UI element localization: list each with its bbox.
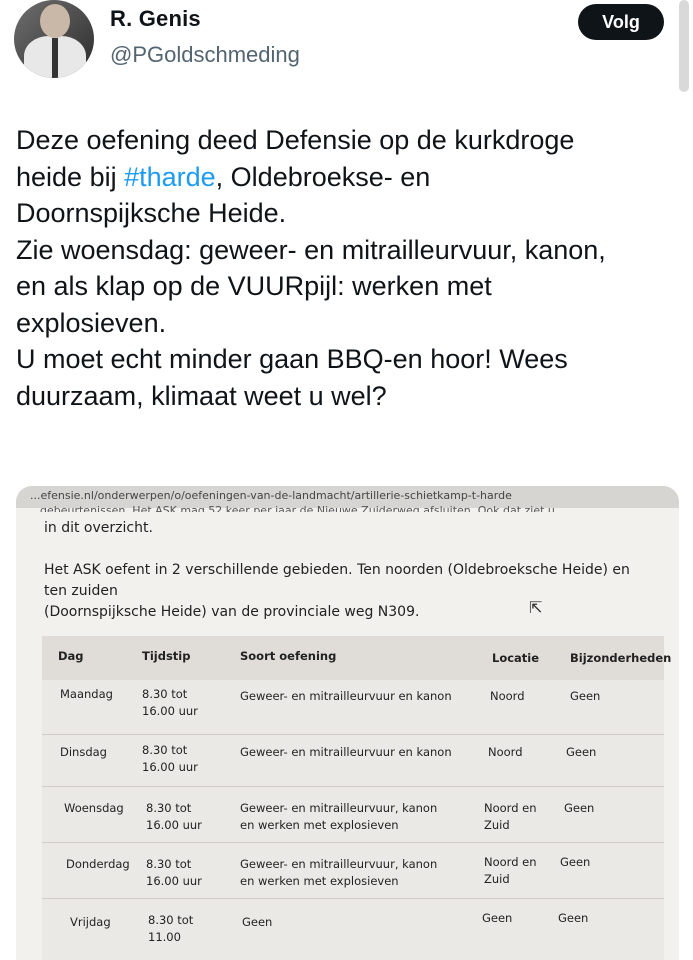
table-cell-dag: Dinsdag <box>60 745 107 759</box>
soort-line: Geweer- en mitrailleurvuur, kanon <box>240 857 438 871</box>
soort-line: Geweer- en mitrailleurvuur, kanon <box>240 801 438 815</box>
table-cell-tijd: 8.30 tot 16.00 uur <box>142 686 198 720</box>
avatar[interactable] <box>14 0 94 78</box>
follow-button[interactable]: Volg <box>578 4 664 40</box>
table-cell-tijd: 8.30 tot 11.00 <box>148 912 193 946</box>
table-cell-dag: Maandag <box>60 687 113 701</box>
loc-line: Zuid <box>484 872 510 886</box>
photo-cut-text: gebeurtenissen. Het ASK mag 52 keer per … <box>40 504 555 512</box>
tweet-line: en als klap op de VUURpijl: werken met <box>16 271 492 301</box>
table-cell-locatie: Noord <box>490 688 525 705</box>
table-cell-bijzonderheden: Geen <box>566 745 597 759</box>
tweet-line: Zie woensdag: geweer- en mitrailleurvuur… <box>16 234 606 265</box>
photo-paragraph: Het ASK oefent in 2 verschillende gebied… <box>44 560 644 623</box>
photo-paragraph-line: (Doornspijksche Heide) van de provincial… <box>44 604 420 620</box>
table-cell-dag: Donderdag <box>66 857 130 871</box>
author-handle[interactable]: @PGoldschmeding <box>110 42 300 68</box>
soort-line: en werken met explosieven <box>240 818 399 832</box>
hashtag-link[interactable]: #tharde <box>124 162 216 192</box>
table-cell-soort: Geweer- en mitrailleurvuur, kanon en werk… <box>240 800 437 834</box>
tweet-text-segment: heide bij <box>16 161 125 192</box>
table-row-divider <box>42 898 664 899</box>
table-cell-soort: Geweer- en mitrailleurvuur en kanon <box>240 744 452 761</box>
tijd-line: 8.30 tot <box>142 743 188 757</box>
table-cell-dag: Woensdag <box>64 801 124 815</box>
table-header-dag: Dag <box>58 649 84 663</box>
table-row-divider <box>42 734 664 735</box>
tweet-line: explosieven. <box>16 307 167 338</box>
table-cell-soort: Geweer- en mitrailleurvuur en kanon <box>240 688 452 705</box>
scrollbar[interactable] <box>679 0 689 92</box>
tweet-text: Deze oefening deed Defensie op de kurkdr… <box>16 122 676 414</box>
tweet-text-segment: , Oldebroekse- en <box>215 161 431 192</box>
tijd-line: 16.00 uur <box>142 760 198 774</box>
soort-line: Geweer- en mitrailleurvuur en kanon <box>240 689 452 703</box>
tijd-line: 16.00 uur <box>146 874 202 888</box>
table-cell-locatie: Noord en Zuid <box>484 800 537 834</box>
tweet-line: Doornspijksche Heide. <box>16 198 287 228</box>
table-cell-bijzonderheden: Geen <box>570 689 601 703</box>
table-row-divider <box>42 786 664 787</box>
table-cell-bijzonderheden: Geen <box>558 911 589 925</box>
table-cell-tijd: 8.30 tot 16.00 uur <box>146 856 202 890</box>
table-cell-locatie: Noord <box>488 744 523 761</box>
table-cell-tijd: 8.30 tot 16.00 uur <box>142 742 198 776</box>
schedule-table: Dag Tijdstip Soort oefening Locatie Bijz… <box>42 636 671 960</box>
table-header-tijdstip: Tijdstip <box>142 649 191 663</box>
tweet-line: duurzaam, klimaat weet u wel? <box>16 380 387 411</box>
mouse-cursor-icon: ⇱ <box>529 600 543 617</box>
photo-paragraph-line: Het ASK oefent in 2 verschillende gebied… <box>44 562 630 599</box>
tweet-line: heide bij #tharde, Oldebroekse- en <box>16 159 676 196</box>
tweet-line: Deze oefening deed Defensie op de kurkdr… <box>16 125 575 155</box>
avatar-suspender <box>52 38 58 78</box>
table-cell-locatie: Geen <box>482 910 512 927</box>
loc-line: Noord <box>490 689 525 703</box>
author-name[interactable]: R. Genis <box>110 6 201 32</box>
tijd-line: 8.30 tot <box>146 801 192 815</box>
photo-paragraph: in dit overzicht. <box>44 520 153 536</box>
table-header-bijzonderheden: Bijzonderheden <box>570 651 672 665</box>
table-cell-dag: Vrijdag <box>70 915 111 929</box>
soort-line: Geen <box>242 915 273 929</box>
tijd-line: 11.00 <box>148 930 181 944</box>
loc-line: Noord <box>488 745 523 759</box>
tweet-line: U moet echt minder gaan BBQ-en hoor! Wee… <box>16 344 568 374</box>
table-cell-locatie: Noord en Zuid <box>484 854 537 888</box>
table-cell-bijzonderheden: Geen <box>564 801 595 815</box>
loc-line: Noord en <box>484 801 537 815</box>
avatar-head <box>40 4 70 38</box>
soort-line: Geweer- en mitrailleurvuur en kanon <box>240 745 452 759</box>
tijd-line: 16.00 uur <box>146 818 202 832</box>
table-cell-bijzonderheden: Geen <box>560 855 591 869</box>
tijd-line: 8.30 tot <box>146 857 192 871</box>
tijd-line: 8.30 tot <box>148 913 194 927</box>
tweet-photo[interactable]: ...efensie.nl/onderwerpen/o/oefeningen-v… <box>16 486 679 960</box>
table-cell-tijd: 8.30 tot 16.00 uur <box>146 800 202 834</box>
table-row-divider <box>42 842 664 843</box>
soort-line: en werken met explosieven <box>240 874 399 888</box>
tijd-line: 8.30 tot <box>142 687 188 701</box>
loc-line: Zuid <box>484 818 510 832</box>
table-cell-soort: Geweer- en mitrailleurvuur, kanon en werk… <box>240 856 437 890</box>
table-cell-soort: Geen <box>242 914 272 931</box>
loc-line: Noord en <box>484 855 537 869</box>
tijd-line: 16.00 uur <box>142 704 198 718</box>
table-header-soort: Soort oefening <box>240 649 337 663</box>
table-header-locatie: Locatie <box>492 651 540 665</box>
loc-line: Geen <box>482 911 513 925</box>
